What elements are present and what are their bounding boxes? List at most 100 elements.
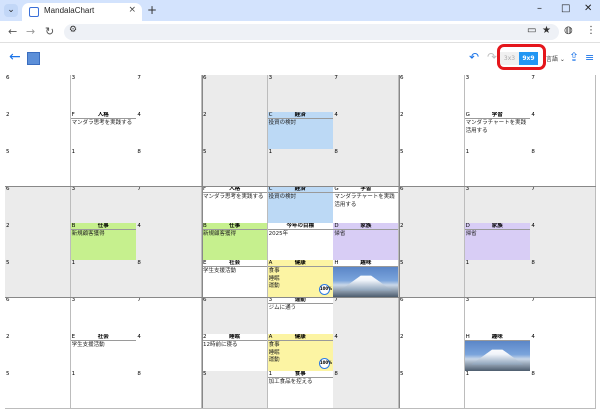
mandala-cell[interactable]: 5 [399,149,466,187]
mandala-cell[interactable]: E 社会 学生支援活動 [202,260,269,298]
mandala-cell[interactable]: 7 [530,186,597,224]
hamburger-menu-icon[interactable]: ≡ [585,51,594,64]
mandala-cell[interactable]: 4 [333,112,400,150]
close-window-button[interactable]: ✕ [584,3,592,14]
mandala-cell[interactable]: 3 運動 ジムに通う [267,297,334,335]
browser-tab[interactable]: MandalaChart × [22,3,142,21]
mandala-cell[interactable]: 8 [333,371,400,409]
mandala-cell[interactable]: 5 [5,149,72,187]
mandala-cell[interactable]: 今年の目標 2025年 [267,223,334,261]
mandala-cell[interactable]: 2 [399,223,466,261]
mandala-cell[interactable]: 6 [5,297,72,335]
mandala-cell[interactable]: 4 [530,223,597,261]
mandala-cell[interactable]: B 仕事 新規顧客獲得 [70,223,137,261]
mandala-cell[interactable]: 7 [333,297,400,335]
mandala-cell[interactable]: 1 [464,149,531,187]
mandala-cell[interactable]: 7 [136,75,203,113]
tab-close-icon[interactable]: × [128,5,136,15]
mandala-cell[interactable]: 1 [464,260,531,298]
mandala-cell[interactable]: G 学習 マンダラチャートを実践活用する [464,112,531,150]
new-tab-button[interactable]: + [147,3,157,17]
mandala-cell[interactable]: F 人格 マンダラ思考を実践する [70,112,137,150]
mandala-cell[interactable]: 6 [399,297,466,335]
mandala-cell[interactable]: 8 [136,260,203,298]
mandala-cell[interactable]: 6 [5,186,72,224]
mandala-cell[interactable]: 3 [70,186,137,224]
reload-icon[interactable]: ↻ [45,25,54,38]
mandala-cell[interactable]: 4 [530,334,597,372]
mandala-cell[interactable]: 3 [267,75,334,113]
mandala-cell[interactable]: 5 [202,149,269,187]
share-icon[interactable]: ⇪ [569,50,579,64]
mandala-cell[interactable]: 5 [399,260,466,298]
mandala-cell[interactable]: 2 [399,112,466,150]
mandala-cell[interactable]: 8 [136,149,203,187]
mandala-cell[interactable]: H 趣味 [464,334,531,372]
mandala-cell[interactable]: 1 [70,371,137,409]
mandala-cell[interactable]: 6 [399,186,466,224]
mandala-cell[interactable]: 4 [530,112,597,150]
mandala-cell[interactable]: 5 [399,371,466,409]
tab-search-icon[interactable]: ⌄ [4,4,18,17]
mandala-cell[interactable]: C 経済 投資の検討 [267,112,334,150]
mandala-cell[interactable]: G 学習 マンダラチャートを実践活用する [333,186,400,224]
undo-icon[interactable]: ↶ [469,50,479,64]
mandala-cell[interactable]: D 家族 帰省 [333,223,400,261]
mandala-cell[interactable]: 7 [530,297,597,335]
forward-arrow-icon[interactable]: → [26,25,35,38]
mandala-cell[interactable]: 6 [202,297,269,335]
mandala-cell[interactable]: 1 [70,149,137,187]
mandala-cell[interactable]: 7 [530,75,597,113]
extension-icon[interactable]: ◍ [564,25,573,36]
minimize-button[interactable]: – [537,3,542,14]
language-select[interactable]: 言語 ⌄ [546,54,565,63]
mandala-cell[interactable]: 6 [202,75,269,113]
mandala-cell[interactable]: 6 [399,75,466,113]
mandala-cell[interactable]: 5 [5,260,72,298]
mandala-cell[interactable]: 8 [530,149,597,187]
mandala-cell[interactable]: 8 [530,260,597,298]
mandala-cell[interactable]: C 経済 投資の検討 [267,186,334,224]
mandala-cell[interactable]: 1 食事 加工食品を控える [267,371,334,409]
cast-icon[interactable]: ▭ [527,25,536,36]
mandala-cell[interactable]: 2 [399,334,466,372]
grid-view-icon[interactable] [27,52,40,65]
bookmark-star-icon[interactable]: ★ [542,25,551,36]
mandala-cell[interactable]: D 家族 帰省 [464,223,531,261]
mandala-cell[interactable]: F 人格 マンダラ思考を実践する [202,186,269,224]
mandala-cell[interactable]: 5 [202,371,269,409]
browser-menu-icon[interactable]: ⋮ [586,25,596,36]
mandala-cell[interactable]: 2 [5,223,72,261]
mandala-cell[interactable]: 7 [136,297,203,335]
mandala-cell[interactable]: 2 睡眠 12時前に寝る [202,334,269,372]
mandala-cell[interactable]: H 趣味 [333,260,400,298]
redo-icon[interactable]: ↷ [487,50,497,64]
site-settings-icon[interactable]: ⚙ [69,25,77,35]
back-arrow-icon[interactable]: ← [9,49,21,65]
mandala-cell[interactable]: 1 [70,260,137,298]
mandala-cell[interactable]: 4 [136,223,203,261]
mandala-cell[interactable]: 6 [5,75,72,113]
mandala-cell[interactable]: 1 [464,371,531,409]
mandala-cell[interactable]: 3 [70,75,137,113]
mandala-cell[interactable]: 3 [70,297,137,335]
mandala-cell[interactable]: 2 [5,334,72,372]
mandala-cell[interactable]: 2 [5,112,72,150]
maximize-button[interactable]: □ [561,3,570,14]
mandala-cell[interactable]: 4 [136,334,203,372]
back-arrow-icon[interactable]: ← [8,25,17,38]
mandala-cell[interactable]: 5 [5,371,72,409]
mandala-cell[interactable]: A 健康 食事 睡眠 運動 100% [267,260,334,298]
mandala-cell[interactable]: B 仕事 新規顧客獲得 [202,223,269,261]
mandala-cell[interactable]: 8 [530,371,597,409]
mandala-cell[interactable]: A 健康 食事 睡眠 運動 100% [267,334,334,372]
mandala-cell[interactable]: 4 [136,112,203,150]
mandala-cell[interactable]: 7 [333,75,400,113]
mandala-cell[interactable]: 2 [202,112,269,150]
mandala-cell[interactable]: 3 [464,186,531,224]
address-input[interactable]: ⚙ [64,24,559,40]
mandala-cell[interactable]: 4 [333,334,400,372]
mandala-cell[interactable]: 3 [464,297,531,335]
mandala-cell[interactable]: E 社会 学生支援活動 [70,334,137,372]
mandala-cell[interactable]: 7 [136,186,203,224]
